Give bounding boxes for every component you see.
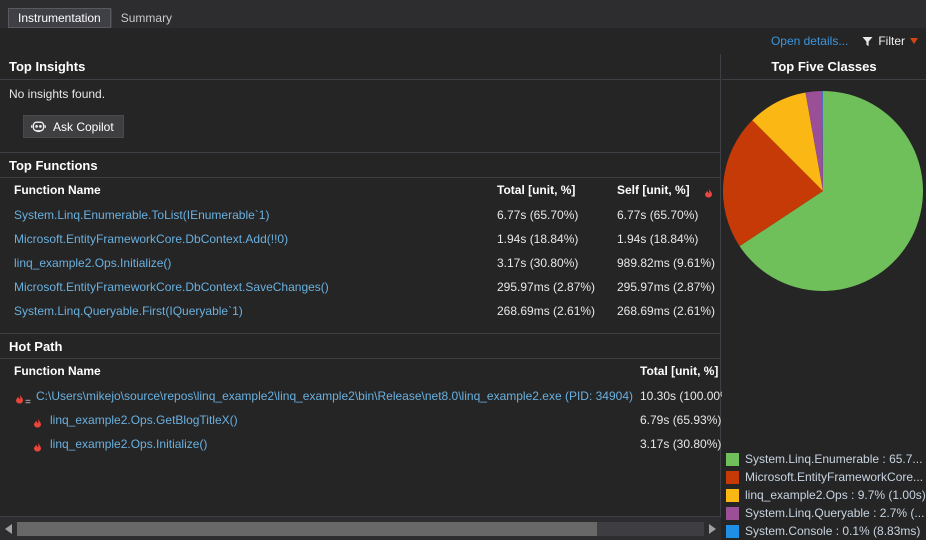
tab-summary[interactable]: Summary (110, 8, 182, 28)
top-five-classes-panel: Top Five Classes System.Linq.Enumerable … (722, 54, 926, 540)
column-header-function-name[interactable]: Function Name (14, 178, 101, 203)
ask-copilot-button[interactable]: Ask Copilot (23, 115, 124, 138)
legend-label: linq_example2.Ops : 9.7% (1.00s) (745, 488, 926, 502)
function-name-cell[interactable]: Microsoft.EntityFrameworkCore.DbContext.… (14, 275, 329, 299)
top-insights-header: Top Insights (0, 54, 720, 80)
total-cell: 6.79s (65.93%) (640, 413, 722, 427)
table-row[interactable]: linq_example2.Ops.Initialize() 3.17s (30.… (0, 432, 722, 456)
profiler-report-window: Instrumentation Summary Open details... … (0, 0, 926, 540)
table-row[interactable]: System.Linq.Enumerable.ToList(IEnumerabl… (0, 203, 720, 227)
top-five-classes-title: Top Five Classes (722, 54, 926, 80)
funnel-icon (862, 36, 873, 46)
top-functions-table: Function Name Total [unit, %] Self [unit… (0, 178, 720, 323)
scroll-right-button[interactable] (704, 518, 721, 540)
no-insights-message: No insights found. (9, 87, 106, 101)
top-functions-header-row: Function Name Total [unit, %] Self [unit… (0, 178, 720, 203)
pie-chart-svg[interactable] (722, 80, 926, 450)
function-name-cell[interactable]: Microsoft.EntityFrameworkCore.DbContext.… (14, 227, 288, 251)
scroll-left-button[interactable] (0, 518, 17, 540)
table-row[interactable]: = C:\Users\mikejo\source\repos\linq_examp… (0, 384, 731, 408)
table-row[interactable]: Microsoft.EntityFrameworkCore.DbContext.… (0, 275, 720, 299)
function-name-cell[interactable]: System.Linq.Queryable.First(IQueryable`1… (14, 299, 243, 323)
open-details-link[interactable]: Open details... (771, 34, 848, 48)
command-bar: Open details... Filter (0, 28, 926, 54)
column-header-total[interactable]: Total [unit, %] (497, 178, 575, 203)
legend-item[interactable]: System.Linq.Queryable : 2.7% (... (726, 504, 926, 522)
legend-item[interactable]: System.Console : 0.1% (8.83ms) (726, 522, 926, 540)
equals-marker: = (25, 397, 31, 408)
hot-path-table: Function Name Total [unit, %] = C:\Users\… (0, 359, 731, 456)
column-header-total[interactable]: Total [unit, %] (640, 359, 718, 384)
scrollbar-thumb[interactable] (17, 521, 597, 536)
self-cell: 989.82ms (9.61%) (617, 256, 716, 270)
top-insights-body: No insights found. Ask Copilot (0, 80, 720, 152)
total-cell: 3.17s (30.80%) (640, 437, 722, 451)
pie-chart-legend: System.Linq.Enumerable : 65.7... Microsof… (722, 450, 926, 540)
total-cell: 10.30s (100.00% (640, 389, 731, 403)
self-cell: 6.77s (65.70%) (617, 208, 699, 222)
function-name-cell[interactable]: C:\Users\mikejo\source\repos\linq_exampl… (36, 384, 633, 408)
total-cell: 268.69ms (2.61%) (497, 304, 596, 318)
hot-path-header-row: Function Name Total [unit, %] (0, 359, 720, 384)
table-row[interactable]: System.Linq.Queryable.First(IQueryable`1… (0, 299, 720, 323)
legend-item[interactable]: Microsoft.EntityFrameworkCore... (726, 468, 926, 486)
total-cell: 6.77s (65.70%) (497, 208, 579, 222)
self-cell: 1.94s (18.84%) (617, 232, 699, 246)
left-panel: Top Insights No insights found. Ask Copi… (0, 54, 731, 516)
legend-color-swatch (726, 452, 739, 466)
legend-label: System.Console : 0.1% (8.83ms) (745, 524, 921, 538)
caret-left-icon (5, 523, 12, 534)
total-cell: 1.94s (18.84%) (497, 232, 579, 246)
filter-label: Filter (878, 34, 905, 48)
function-name-cell[interactable]: System.Linq.Enumerable.ToList(IEnumerabl… (14, 203, 269, 227)
legend-color-swatch (726, 470, 739, 484)
legend-color-swatch (726, 506, 739, 520)
top-functions-header: Top Functions (0, 152, 720, 178)
total-cell: 295.97ms (2.87%) (497, 280, 596, 294)
tab-strip: Instrumentation Summary (0, 0, 926, 28)
function-name-cell[interactable]: linq_example2.Ops.Initialize() (14, 251, 171, 275)
self-cell: 268.69ms (2.61%) (617, 304, 716, 318)
caret-right-icon (709, 523, 716, 534)
flame-icon (32, 437, 43, 461)
total-cell: 3.17s (30.80%) (497, 256, 579, 270)
table-row[interactable]: linq_example2.Ops.Initialize() 3.17s (30.… (0, 251, 720, 275)
chevron-down-icon[interactable] (910, 38, 918, 44)
function-name-cell[interactable]: linq_example2.Ops.Initialize() (50, 432, 207, 456)
legend-item[interactable]: linq_example2.Ops : 9.7% (1.00s) (726, 486, 926, 504)
column-header-function-name[interactable]: Function Name (14, 359, 101, 384)
table-row[interactable]: linq_example2.Ops.GetBlogTitleX() 6.79s (… (0, 408, 722, 432)
legend-color-swatch (726, 488, 739, 502)
legend-label: System.Linq.Queryable : 2.7% (... (745, 506, 925, 520)
scrollbar-track[interactable] (17, 521, 704, 536)
copilot-icon (31, 121, 46, 133)
filter-button[interactable]: Filter (862, 34, 918, 48)
ask-copilot-label: Ask Copilot (53, 119, 114, 134)
legend-item[interactable]: System.Linq.Enumerable : 65.7... (726, 450, 926, 468)
self-cell: 295.97ms (2.87%) (617, 280, 716, 294)
legend-color-swatch (726, 524, 739, 538)
hot-path-header: Hot Path (0, 333, 720, 359)
tab-instrumentation[interactable]: Instrumentation (8, 8, 111, 28)
legend-label: Microsoft.EntityFrameworkCore... (745, 470, 924, 484)
pie-chart (722, 80, 926, 450)
legend-label: System.Linq.Enumerable : 65.7... (745, 452, 923, 466)
table-row[interactable]: Microsoft.EntityFrameworkCore.DbContext.… (0, 227, 720, 251)
function-name-cell[interactable]: linq_example2.Ops.GetBlogTitleX() (50, 408, 238, 432)
column-header-self[interactable]: Self [unit, %] (617, 178, 690, 203)
horizontal-scrollbar[interactable] (0, 516, 721, 540)
